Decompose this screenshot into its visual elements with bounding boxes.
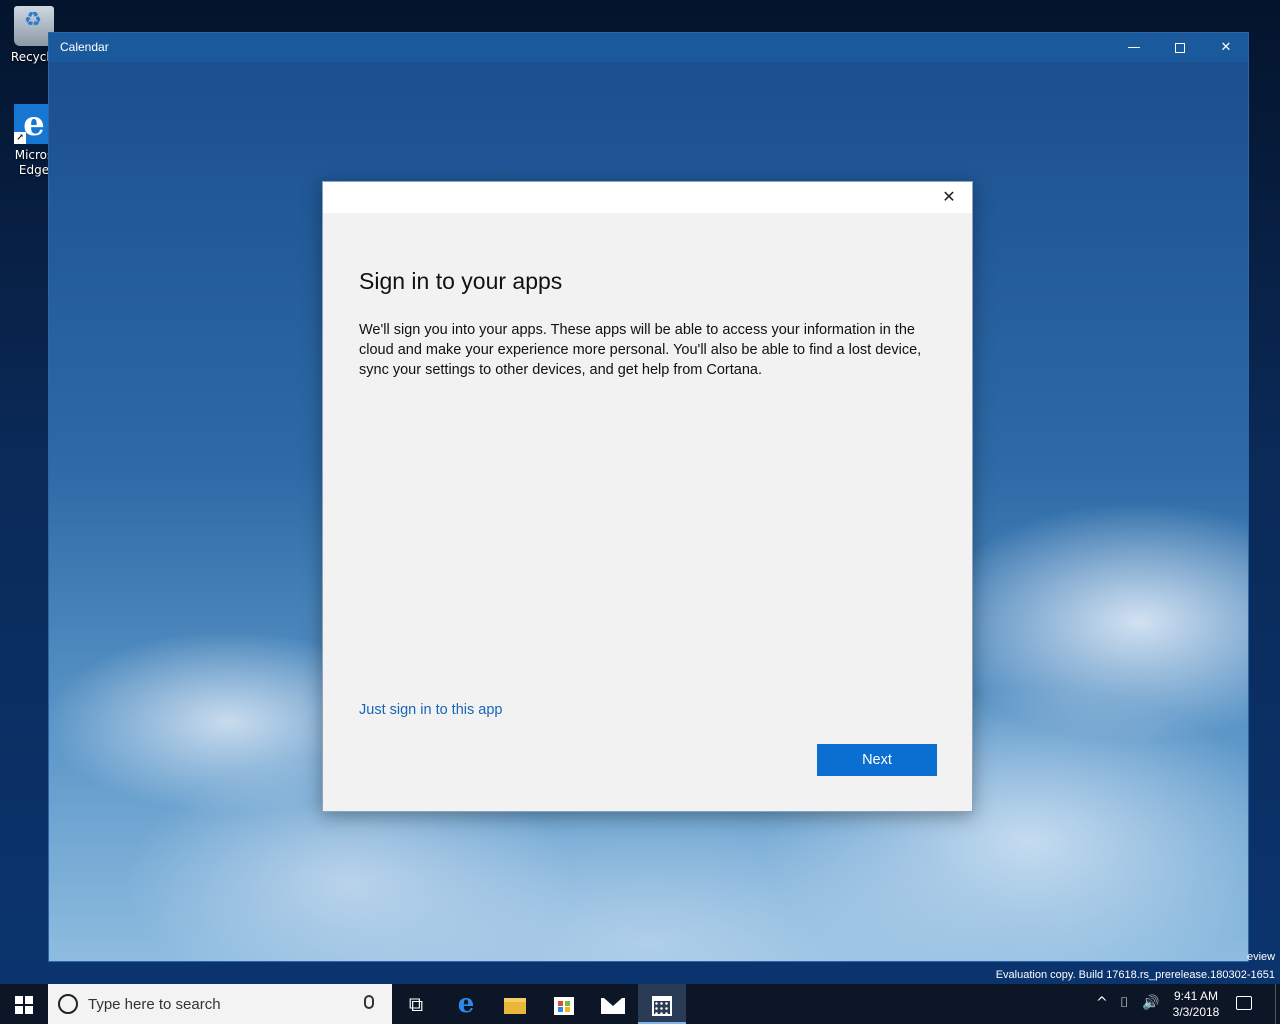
microphone-icon[interactable] (364, 995, 374, 1009)
action-center-icon[interactable] (1236, 996, 1252, 1010)
window-titlebar[interactable]: Calendar — ✕ (49, 33, 1248, 62)
minimize-button[interactable]: — (1111, 33, 1157, 62)
watermark-preview: eview (1247, 951, 1276, 963)
task-view-button[interactable]: ⧉ (392, 984, 440, 1024)
calendar-icon (652, 995, 672, 1016)
file-explorer-button[interactable] (491, 984, 539, 1024)
close-window-button[interactable]: ✕ (1203, 33, 1248, 62)
chevron-up-icon[interactable]: ^ (1096, 995, 1108, 1011)
search-placeholder: Type here to search (88, 996, 221, 1013)
edge-taskbar-button[interactable]: e (442, 984, 490, 1024)
network-icon[interactable]: ⌷ (1120, 995, 1128, 1011)
minimize-icon: — (1127, 40, 1141, 55)
mail-icon (601, 997, 625, 1014)
cortana-icon (58, 994, 78, 1014)
store-icon (554, 996, 574, 1015)
search-box[interactable]: Type here to search (48, 984, 392, 1024)
calendar-taskbar-button[interactable] (638, 984, 686, 1024)
dialog-close-button[interactable]: ✕ (938, 186, 960, 208)
start-button[interactable] (0, 984, 48, 1024)
sign-in-dialog: ✕ Sign in to your apps We'll sign you in… (322, 181, 973, 812)
maximize-button[interactable] (1157, 33, 1203, 62)
dialog-title: Sign in to your apps (359, 268, 563, 294)
folder-icon (504, 997, 526, 1014)
taskbar: Type here to search ⧉ e ^ ⌷ 🔊 9:41 AM 3/… (0, 984, 1280, 1024)
task-view-icon: ⧉ (408, 992, 424, 1016)
maximize-icon (1175, 42, 1185, 53)
volume-icon[interactable]: 🔊 (1142, 995, 1159, 1011)
clock-time[interactable]: 9:41 AM (1168, 989, 1224, 1003)
close-icon: ✕ (1220, 40, 1232, 55)
mail-button[interactable] (589, 984, 637, 1024)
window-title: Calendar (60, 40, 109, 54)
just-sign-in-to-this-app-link[interactable]: Just sign in to this app (359, 702, 502, 718)
dialog-body-text: We'll sign you into your apps. These app… (359, 322, 922, 378)
next-button[interactable]: Next (817, 744, 937, 776)
watermark-build: Evaluation copy. Build 17618.rs_prerelea… (995, 969, 1275, 981)
show-desktop-button[interactable] (1275, 984, 1280, 1024)
edge-icon: e (457, 989, 475, 1019)
shortcut-arrow-icon: ↗ (14, 132, 26, 144)
close-icon: ✕ (942, 187, 956, 206)
store-button[interactable] (540, 984, 588, 1024)
clock-date[interactable]: 3/3/2018 (1168, 1005, 1224, 1019)
dialog-header: ✕ (323, 182, 972, 213)
